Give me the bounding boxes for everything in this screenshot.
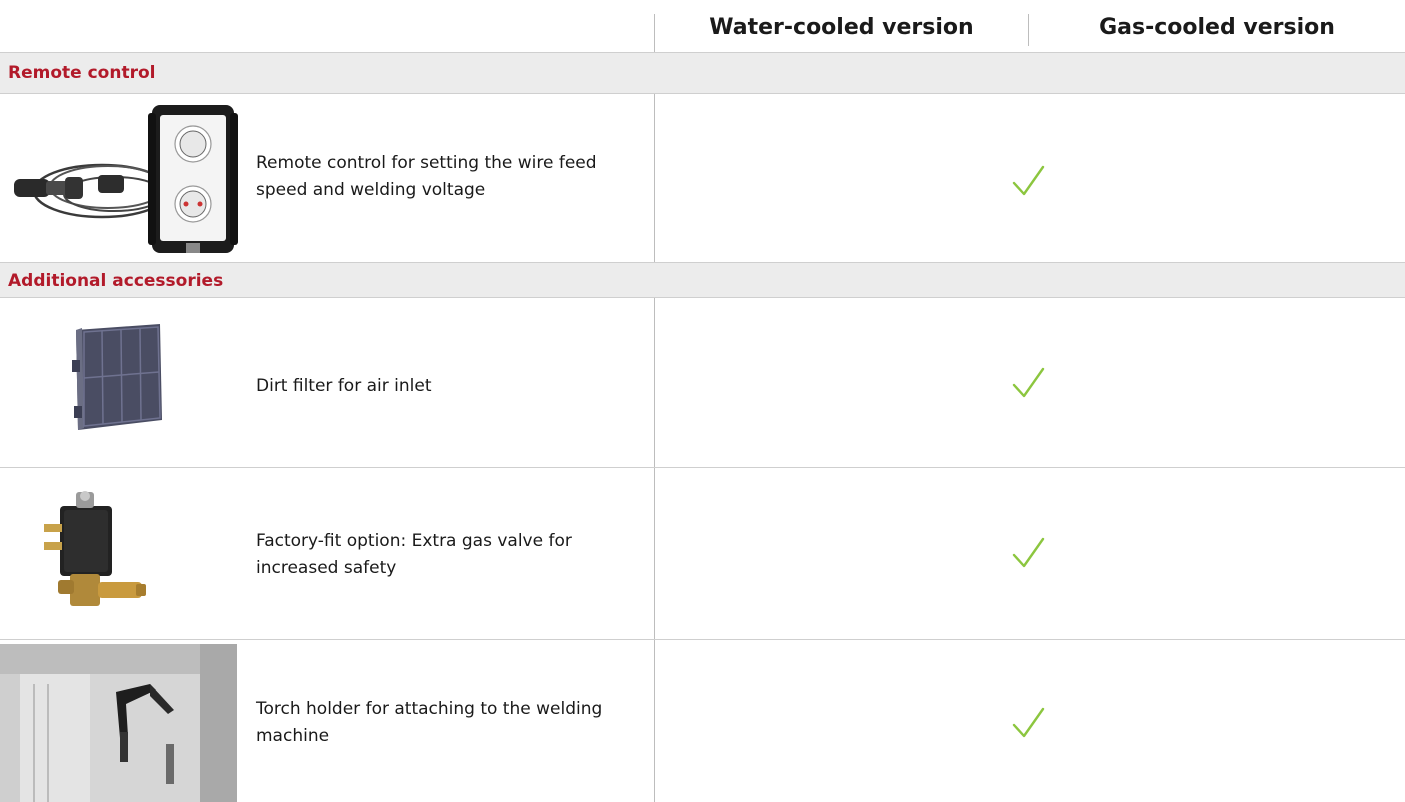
row-description: Torch holder for attaching to the weldin… [256, 699, 603, 746]
row-description: Dirt filter for air inlet [256, 376, 432, 396]
section-title: Additional accessories [8, 271, 224, 291]
row-description: Remote control for setting the wire feed… [256, 153, 597, 200]
check-mark-icon [1012, 367, 1045, 398]
check-mark-icon [1012, 537, 1045, 568]
accessories-table: Water-cooled version Gas-cooled version … [0, 0, 1405, 802]
gas-cooled-column-header: Gas-cooled version [1099, 15, 1335, 40]
section-title: Remote control [8, 63, 156, 83]
table-row-dirt-filter: Dirt filter for air inlet [0, 298, 1405, 468]
section-header-additional-accessories: Additional accessories [0, 262, 1405, 298]
table-row-torch-holder: Torch holder for attaching to the weldin… [0, 640, 1405, 802]
water-cooled-column-header: Water-cooled version [709, 15, 974, 40]
torch-holder-image [0, 644, 237, 802]
column-divider [654, 468, 655, 639]
dirt-filter-image [72, 324, 162, 430]
column-divider [654, 94, 655, 262]
gas-valve-image [44, 491, 146, 606]
check-mark-icon [1012, 165, 1045, 196]
table-row-remote-control: Remote control for setting the wire feed… [0, 94, 1405, 262]
check-mark-icon [1012, 707, 1045, 738]
column-divider [654, 640, 655, 802]
column-divider [654, 298, 655, 467]
row-description: Factory-fit option: Extra gas valve for … [256, 531, 572, 578]
section-header-remote-control: Remote control [0, 52, 1405, 94]
remote-control-image [14, 105, 238, 253]
table-row-gas-valve: Factory-fit option: Extra gas valve for … [0, 468, 1405, 640]
table-header: Water-cooled version Gas-cooled version [0, 0, 1405, 52]
